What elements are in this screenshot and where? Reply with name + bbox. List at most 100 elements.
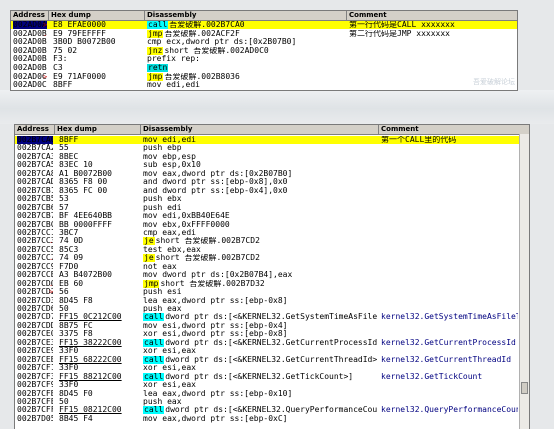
hex-cell: 33F0 (59, 381, 79, 390)
col-header-address[interactable]: Address (15, 125, 55, 134)
disasm-row[interactable]: 002AD0B1. E9 79FEFFFF jmp吾爱破解.002ACF2F 第二行代… (11, 29, 517, 38)
disasm-row[interactable]: 002B7CD3 8D45 F8 lea eax,dword ptr ss:[ebp… (15, 297, 520, 305)
disasm-row[interactable]: 002B7CA3 8BEC mov ebp,esp (15, 153, 520, 161)
disasm-row[interactable]: 002B7CFF FF15 08212C00 call dword ptr ds:[<… (15, 406, 520, 415)
hex-cell: 33F0 (59, 347, 79, 356)
operands: 吾爱破解.002B7CA0 (169, 21, 245, 29)
disassembly-cell: push ebx (143, 195, 377, 203)
disasm-row[interactable]: 002B7CB7 BF 4EE640BB mov edi,0xBB40E64E (15, 212, 520, 220)
address-cell: 002AD0BE (13, 55, 47, 64)
address-cell: 002AD0BF (13, 64, 47, 72)
jump-marker: > (49, 288, 54, 297)
disassembly-cell: jmp short 吾爱破解.002B7D32 (143, 279, 377, 288)
disassembly-cell: mov ebx,0xFFFF0000 (143, 221, 377, 229)
disasm-row[interactable]: 002B7CE0 3375 F8 xor esi,dword ptr ss:[ebp… (15, 330, 520, 338)
disasm-row[interactable]: 002B7CEB FF15 68222C00 call dword ptr ds:[<… (15, 355, 520, 364)
disasm-row[interactable]: 002B7CDD 8B75 FC mov esi,dword ptr ss:[ebp… (15, 322, 520, 330)
disasm-row[interactable]: 002B7CE9 33F0 xor esi,eax (15, 347, 520, 355)
disassembly-pane-bottom[interactable]: Address Hex dump Disassembly Comment 002… (14, 124, 530, 429)
disasm-row[interactable]: 002B7CD6 50 push eax (15, 305, 520, 313)
comment-cell: kernel32.GetCurrentThreadId (381, 355, 512, 364)
address-cell: 002B7CD2 (17, 288, 53, 297)
disassembly-pane-top[interactable]: Address Hex dump Disassembly Comment 002… (10, 10, 518, 91)
disasm-row[interactable]: 002B7CC9 F7D0 not eax (15, 263, 520, 271)
address-cell: 002B7CFF (17, 406, 53, 415)
disasm-row[interactable]: 002B7CAD 8365 F8 00 and dword ptr ss:[ebp-… (15, 178, 520, 186)
disasm-row[interactable]: 002B7CC1 3BC7 cmp eax,edi (15, 229, 520, 237)
hex-cell: 8BEC (59, 152, 79, 161)
disasm-row[interactable]: 002AD0BE F3: prefix rep: (11, 55, 517, 63)
col-header-disassembly[interactable]: Disassembly (145, 11, 347, 20)
disasm-row[interactable]: 002B7CA5 83EC 10 sub esp,0x10 (15, 161, 520, 169)
hex-cell: 50 (59, 397, 69, 406)
address-cell: 002B7CAD (17, 178, 53, 187)
disassembly-cell: push ebp (143, 144, 377, 152)
operands: 吾爱破解.002ACF2F (164, 29, 240, 38)
disasm-row[interactable]: 002AD0BC 75 02 jnzshort 吾爱破解.002AD0C0 (11, 46, 517, 55)
hex-cell: 55 (59, 144, 69, 153)
scrollbar-thumb[interactable] (521, 382, 528, 394)
disassembly-cell: mov eax,dword ptr ds:[0x2B07B0] (143, 170, 377, 178)
address-cell: 002B7CCB (17, 271, 53, 280)
disasm-row[interactable]: 002B7CF1 33F0 xor esi,eax (15, 364, 520, 372)
operands: not eax (143, 262, 177, 271)
vertical-scrollbar[interactable] (519, 134, 529, 429)
mnemonic-call: call (143, 406, 165, 415)
disasm-row[interactable]: 002B7CE3 FF15 38222C00 call dword ptr ds:[<… (15, 338, 520, 347)
hex-cell: 53 (59, 195, 69, 204)
disassembly-cell: call dword ptr ds:[<&KERNEL32.GetSystemTi… (143, 313, 377, 322)
disasm-row[interactable]: 002B7CC5 85C3 test ebx,eax (15, 246, 520, 254)
disasm-row[interactable]: 002B7CFB 8D45 F0 lea eax,dword ptr ss:[ebp… (15, 390, 520, 398)
disasm-row[interactable]: 002B7D05 8B45 F4 mov eax,dword ptr ss:[ebp… (15, 415, 520, 423)
disassembly-cell: call dword ptr ds:[<&KERNEL32.GetTickCoun… (143, 372, 377, 381)
disasm-row[interactable]: 002B7CB1 8365 FC 00 and dword ptr ss:[ebp-… (15, 187, 520, 195)
disasm-row[interactable]: 002AD0C0> E9 71AF0000 jmp吾爱破解.002B8036 (11, 72, 517, 81)
disasm-row[interactable]: 002B7CD0. EB 60 jmp short 吾爱破解.002B7D32 (15, 279, 520, 288)
operands: push esi (143, 288, 182, 297)
disasm-row[interactable]: 002B7CB5 53 push ebx (15, 195, 520, 203)
operands: push ebp (143, 144, 182, 153)
disasm-row[interactable]: 002B7CF3 FF15 88212C00 call dword ptr ds:[<… (15, 372, 520, 381)
operands: xor esi,dword ptr ss:[ebp-0x8] (143, 330, 288, 339)
hex-cell: 50 (59, 305, 69, 313)
mnemonic-je: je (143, 254, 155, 263)
address-cell: 002AD0B1 (13, 29, 47, 38)
address-cell: 002AD0AC (13, 21, 47, 29)
disasm-row[interactable]: 002B7CD2 >56 push esi (15, 288, 520, 296)
disasm-row[interactable]: 002B7CC3. 74 0D je short 吾爱破解.002B7CD2 (15, 237, 520, 246)
disasm-row[interactable]: 002B7CFE 50 push eax (15, 398, 520, 406)
address-cell: 002B7CE0 (17, 330, 53, 339)
address-cell: 002B7CD0 (17, 279, 53, 288)
disasm-row[interactable]: 002AD0BF C3 retn (11, 64, 517, 72)
disasm-row[interactable]: 002B7CA0 8BFF mov edi,edi 第一个CALL里的代码 (15, 136, 520, 144)
disasm-row[interactable]: 002B7CA8 A1 B0072B00 mov eax,dword ptr ds:… (15, 170, 520, 178)
address-cell: 002B7CB5 (17, 195, 53, 204)
hex-cell: 3BC7 (59, 228, 79, 237)
disassembly-cell: lea eax,dword ptr ss:[ebp-0x8] (143, 297, 377, 305)
col-header-comment[interactable]: Comment (347, 11, 517, 20)
disasm-row[interactable]: 002B7CCB A3 B4072B00 mov dword ptr ds:[0x2… (15, 271, 520, 279)
disasm-row[interactable]: 002B7CBC BB 0000FFFF mov ebx,0xFFFF0000 (15, 221, 520, 229)
address-cell: 002B7CA2 (17, 144, 53, 153)
disasm-row[interactable]: 002B7CB6 57 push edi (15, 204, 520, 212)
disasm-row[interactable]: 002AD0B6 3B0D B0072B00 cmp ecx,dword ptr d… (11, 38, 517, 46)
hex-cell: E8 EFAE0000 (53, 21, 106, 29)
col-header-hex[interactable]: Hex dump (49, 11, 145, 20)
disassembly-cell: call dword ptr ds:[<&KERNEL32.QueryPerfor… (143, 406, 377, 415)
col-header-hex[interactable]: Hex dump (55, 125, 141, 134)
disassembly-cell: and dword ptr ss:[ebp-0x8],0x0 (143, 178, 377, 186)
disasm-row[interactable]: 002B7CF9 33F0 xor esi,eax (15, 381, 520, 389)
disasm-row[interactable]: 002B7CD7 FF15 0C212C00 call dword ptr ds:[<… (15, 313, 520, 322)
col-header-address[interactable]: Address (11, 11, 49, 20)
disasm-row[interactable]: 002B7CC7. 74 09 je short 吾爱破解.002B7CD2 (15, 254, 520, 263)
disasm-row[interactable]: 002AD0AC> E8 EFAE0000 call吾爱破解.002B7CA0 第一行… (11, 21, 517, 29)
address-cell: 002B7CD3 (17, 296, 53, 305)
disasm-row[interactable]: 002AD0C5 8BFF mov edi,edi (11, 81, 517, 89)
col-header-disassembly[interactable]: Disassembly (141, 125, 379, 134)
col-header-comment[interactable]: Comment (379, 125, 529, 134)
hex-cell: A3 B4072B00 (59, 271, 112, 280)
hex-cell: 8D45 F8 (59, 296, 93, 305)
address-cell: 002B7CEB (17, 355, 53, 364)
disasm-row[interactable]: 002B7CA2 55 push ebp (15, 144, 520, 152)
hex-cell: 3B0D B0072B00 (53, 38, 116, 47)
